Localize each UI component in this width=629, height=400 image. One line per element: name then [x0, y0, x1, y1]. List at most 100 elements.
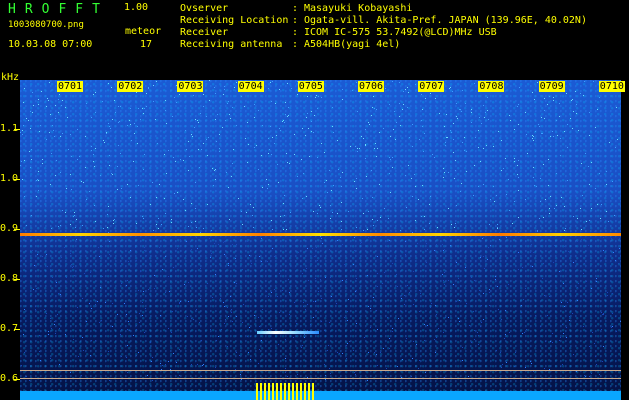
noise-speck	[442, 332, 444, 334]
noise-speck	[356, 82, 358, 84]
noise-speck	[247, 335, 249, 337]
noise-speck	[442, 279, 444, 281]
noise-speck	[196, 308, 198, 310]
noise-speck	[303, 337, 305, 339]
noise-speck	[324, 375, 326, 377]
noise-speck	[198, 122, 200, 124]
noise-speck	[20, 165, 21, 167]
noise-speck	[481, 123, 483, 125]
noise-speck	[484, 116, 486, 118]
noise-speck	[149, 203, 151, 205]
noise-speck	[449, 129, 451, 131]
noise-speck	[143, 218, 145, 220]
noise-speck	[606, 171, 607, 173]
noise-speck	[341, 221, 343, 223]
noise-speck	[371, 107, 373, 109]
noise-speck	[305, 117, 307, 119]
noise-speck	[411, 246, 413, 248]
noise-speck	[353, 263, 355, 265]
noise-speck	[152, 181, 154, 183]
noise-speck	[417, 199, 419, 201]
noise-speck	[548, 296, 550, 298]
noise-speck	[598, 173, 600, 175]
noise-speck	[94, 240, 96, 242]
noise-speck	[82, 337, 84, 339]
noise-speck	[583, 263, 585, 265]
noise-speck	[102, 100, 104, 102]
noise-speck	[359, 242, 361, 244]
noise-speck	[347, 319, 349, 321]
noise-speck	[135, 259, 137, 261]
noise-speck	[223, 85, 225, 87]
noise-speck	[48, 330, 50, 332]
noise-speck	[90, 272, 92, 274]
noise-speck	[112, 223, 114, 225]
noise-speck	[160, 224, 162, 226]
noise-speck	[179, 334, 181, 336]
noise-speck	[284, 101, 286, 103]
noise-speck	[51, 277, 53, 279]
noise-speck	[282, 121, 284, 123]
noise-speck	[493, 185, 495, 187]
noise-speck	[206, 115, 208, 117]
noise-speck	[147, 288, 149, 290]
noise-speck	[250, 336, 252, 338]
noise-speck	[509, 114, 511, 116]
noise-speck	[289, 314, 291, 316]
noise-speck	[301, 158, 303, 160]
noise-speck	[219, 134, 221, 136]
noise-speck	[450, 244, 452, 246]
noise-speck	[40, 125, 42, 127]
noise-speck	[279, 312, 281, 314]
noise-speck	[178, 375, 180, 377]
noise-speck	[283, 215, 285, 217]
noise-speck	[320, 96, 322, 98]
noise-speck	[602, 360, 603, 362]
reference-line-lower	[20, 378, 621, 379]
noise-speck	[533, 184, 535, 186]
noise-speck	[487, 109, 489, 111]
noise-speck	[507, 178, 509, 180]
noise-speck	[391, 166, 393, 168]
noise-speck	[109, 127, 111, 129]
noise-speck	[355, 188, 357, 190]
noise-speck	[90, 117, 92, 119]
noise-speck	[24, 196, 26, 198]
noise-speck	[600, 312, 602, 314]
noise-speck	[203, 228, 205, 230]
noise-speck	[297, 251, 299, 253]
noise-speck	[257, 169, 259, 171]
noise-speck	[120, 188, 122, 190]
noise-speck	[392, 327, 394, 329]
noise-speck	[376, 108, 378, 110]
noise-speck	[496, 224, 498, 225]
noise-speck	[130, 124, 132, 126]
noise-speck	[222, 93, 224, 95]
noise-speck	[471, 342, 473, 344]
noise-speck	[279, 216, 281, 218]
noise-speck	[270, 219, 272, 221]
noise-speck	[187, 226, 189, 228]
noise-speck	[595, 127, 597, 129]
noise-speck	[197, 364, 199, 366]
noise-speck	[197, 120, 199, 122]
noise-speck	[210, 229, 212, 231]
noise-speck	[608, 221, 610, 223]
noise-speck	[395, 139, 397, 141]
noise-speck	[284, 220, 286, 222]
noise-speck	[364, 145, 366, 147]
noise-speck	[540, 177, 542, 179]
noise-speck	[524, 287, 526, 289]
noise-speck	[338, 352, 340, 354]
noise-speck	[561, 301, 563, 303]
noise-speck	[385, 375, 387, 377]
noise-speck	[194, 208, 196, 210]
noise-speck	[481, 281, 483, 283]
noise-speck	[254, 117, 256, 119]
noise-speck	[84, 166, 86, 168]
noise-speck	[285, 229, 287, 231]
noise-speck	[227, 262, 229, 264]
noise-speck	[76, 219, 78, 221]
time-tick-label: 0705	[297, 81, 324, 92]
noise-speck	[128, 261, 130, 263]
